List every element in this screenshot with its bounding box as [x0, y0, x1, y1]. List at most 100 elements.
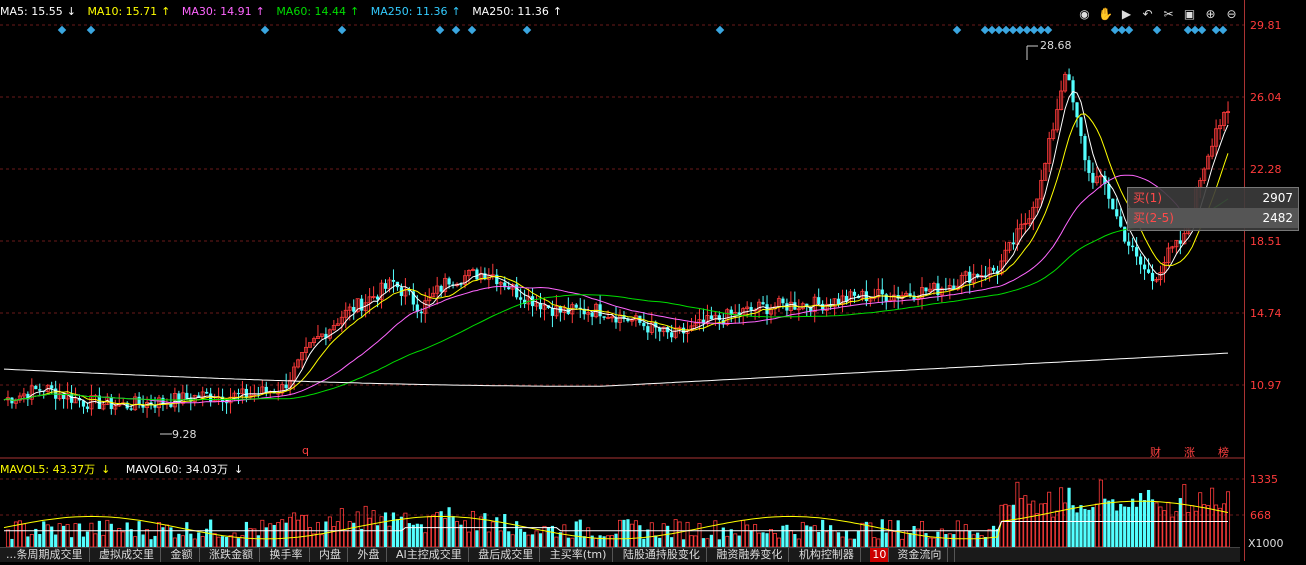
candle-down: [1075, 102, 1079, 118]
tab-buy-ratio[interactable]: 主买率(tm): [544, 548, 614, 562]
volume-bar-down: [976, 532, 980, 547]
volume-bar-up: [1182, 484, 1187, 548]
volume-bar-up: [57, 523, 62, 548]
volume-bar-down: [375, 525, 380, 547]
volume-bar-up: [542, 525, 547, 548]
volume-bar-down: [352, 522, 356, 547]
volume-bar-up: [45, 524, 50, 548]
volume-bar-down: [793, 534, 797, 547]
layout-icon[interactable]: ▣: [1181, 6, 1198, 23]
volume-bar-up: [562, 524, 567, 548]
volume-bar-up: [367, 517, 372, 548]
volume-bar-down: [622, 519, 626, 547]
volume-bar-down: [1071, 505, 1075, 547]
tab-turnover[interactable]: 换手率: [264, 548, 310, 562]
event-diamond: [337, 25, 347, 35]
tab-change-amount[interactable]: 涨跌金额: [203, 548, 260, 562]
ranking-marker[interactable]: 榜: [1218, 444, 1229, 460]
tab-ai-volume[interactable]: AI主控成交里: [390, 548, 469, 562]
ma250b-legend: MA250: 11.36 ↑: [472, 5, 563, 18]
volume-bar-down: [10, 538, 14, 547]
q-marker[interactable]: q: [302, 444, 309, 457]
volume-bar-up: [1158, 506, 1163, 548]
volume-bar-down: [646, 529, 650, 547]
tab-margin[interactable]: 融资融券变化: [710, 548, 790, 562]
volume-bar-up: [339, 508, 344, 548]
play-icon[interactable]: ▶: [1118, 6, 1135, 23]
volume-bar-up: [288, 516, 293, 548]
tab-inner[interactable]: 内盘: [313, 548, 348, 562]
volume-bar-down: [681, 539, 686, 547]
volume-bar-down: [109, 523, 113, 547]
candle-down: [244, 388, 249, 398]
volume-bar-up: [1031, 500, 1036, 548]
volume-bar-up: [200, 536, 205, 548]
volume-bar-down: [1075, 512, 1079, 547]
candle-down: [749, 307, 753, 311]
volume-bar-up: [455, 521, 460, 548]
zoom-in-icon[interactable]: ⊕: [1202, 6, 1219, 23]
volume-bar-down: [737, 535, 741, 547]
volume-bar-up: [1174, 511, 1179, 548]
volume-bar-down: [729, 529, 733, 547]
volume-bar-up: [1055, 510, 1060, 548]
volume-bar-down: [550, 525, 555, 547]
volume-bar-down: [785, 524, 789, 547]
volume-bar-up: [772, 532, 777, 548]
volume-bar-up: [93, 533, 98, 548]
volume-bar-down: [523, 531, 527, 547]
candle-down: [1119, 216, 1123, 227]
tab-outer[interactable]: 外盘: [352, 548, 387, 562]
tab-institution[interactable]: 机构控制器: [793, 548, 861, 562]
volume-bar-up: [443, 518, 448, 548]
volume-bar-up: [212, 533, 217, 548]
volume-bar-down: [602, 536, 606, 547]
volume-bar-up: [888, 520, 893, 548]
volume-bar-down: [149, 539, 153, 547]
price-axis-line: [1244, 0, 1245, 561]
hand-icon[interactable]: ✋: [1097, 6, 1114, 23]
eye-icon[interactable]: ◉: [1076, 6, 1093, 23]
volume-bar-up: [697, 523, 702, 548]
tab-virtual-volume[interactable]: 虚拟成交里: [93, 548, 161, 562]
volume-bar-up: [927, 537, 932, 548]
volume-bar-up: [216, 536, 221, 548]
volume-bar-up: [29, 534, 34, 548]
tab-capital-flow[interactable]: 10 资金流向: [864, 548, 956, 562]
volume-bar-up: [1202, 504, 1207, 548]
volume-bar-up: [554, 536, 559, 548]
volume-bar-down: [844, 530, 849, 547]
candle-down: [383, 283, 388, 289]
tab-amount[interactable]: 金额: [165, 548, 200, 562]
zoom-out-icon[interactable]: ⊖: [1223, 6, 1240, 23]
volume-bar-down: [1146, 489, 1151, 547]
volume-bar-down: [236, 538, 241, 547]
volume-bar-up: [1198, 492, 1203, 548]
candle-down: [1146, 269, 1151, 273]
bid2-5-row: 买(2-5) 2482: [1128, 208, 1298, 228]
volume-bar-up: [594, 537, 599, 548]
volume-bar-up: [156, 522, 161, 548]
undo-icon[interactable]: ↶: [1139, 6, 1156, 23]
bid1-label: 买(1): [1133, 191, 1162, 205]
candle-down: [236, 393, 241, 395]
volume-bar-up: [335, 521, 340, 548]
scissors-icon[interactable]: ✂: [1160, 6, 1177, 23]
tab-after-hours[interactable]: 盘后成交里: [472, 548, 541, 562]
volume-bar-down: [701, 538, 706, 547]
volume-bar-down: [821, 519, 825, 547]
tab-northbound[interactable]: 陆股通持股变化: [617, 548, 707, 562]
volume-bar-down: [761, 532, 765, 547]
candle-down: [1079, 117, 1083, 137]
limit-up-marker[interactable]: 涨: [1184, 444, 1195, 460]
volume-bar-up: [1166, 501, 1171, 548]
tab-period-volume[interactable]: ...条周期成交里: [0, 548, 90, 562]
event-diamond: [435, 25, 445, 35]
volume-bar-down: [85, 531, 90, 547]
finance-marker[interactable]: 财: [1150, 444, 1161, 460]
volume-bar-down: [829, 525, 833, 547]
volume-bar-down: [1135, 506, 1139, 547]
volume-bar-down: [805, 525, 809, 547]
volume-bar-up: [101, 534, 106, 548]
candle-down: [1115, 209, 1119, 217]
